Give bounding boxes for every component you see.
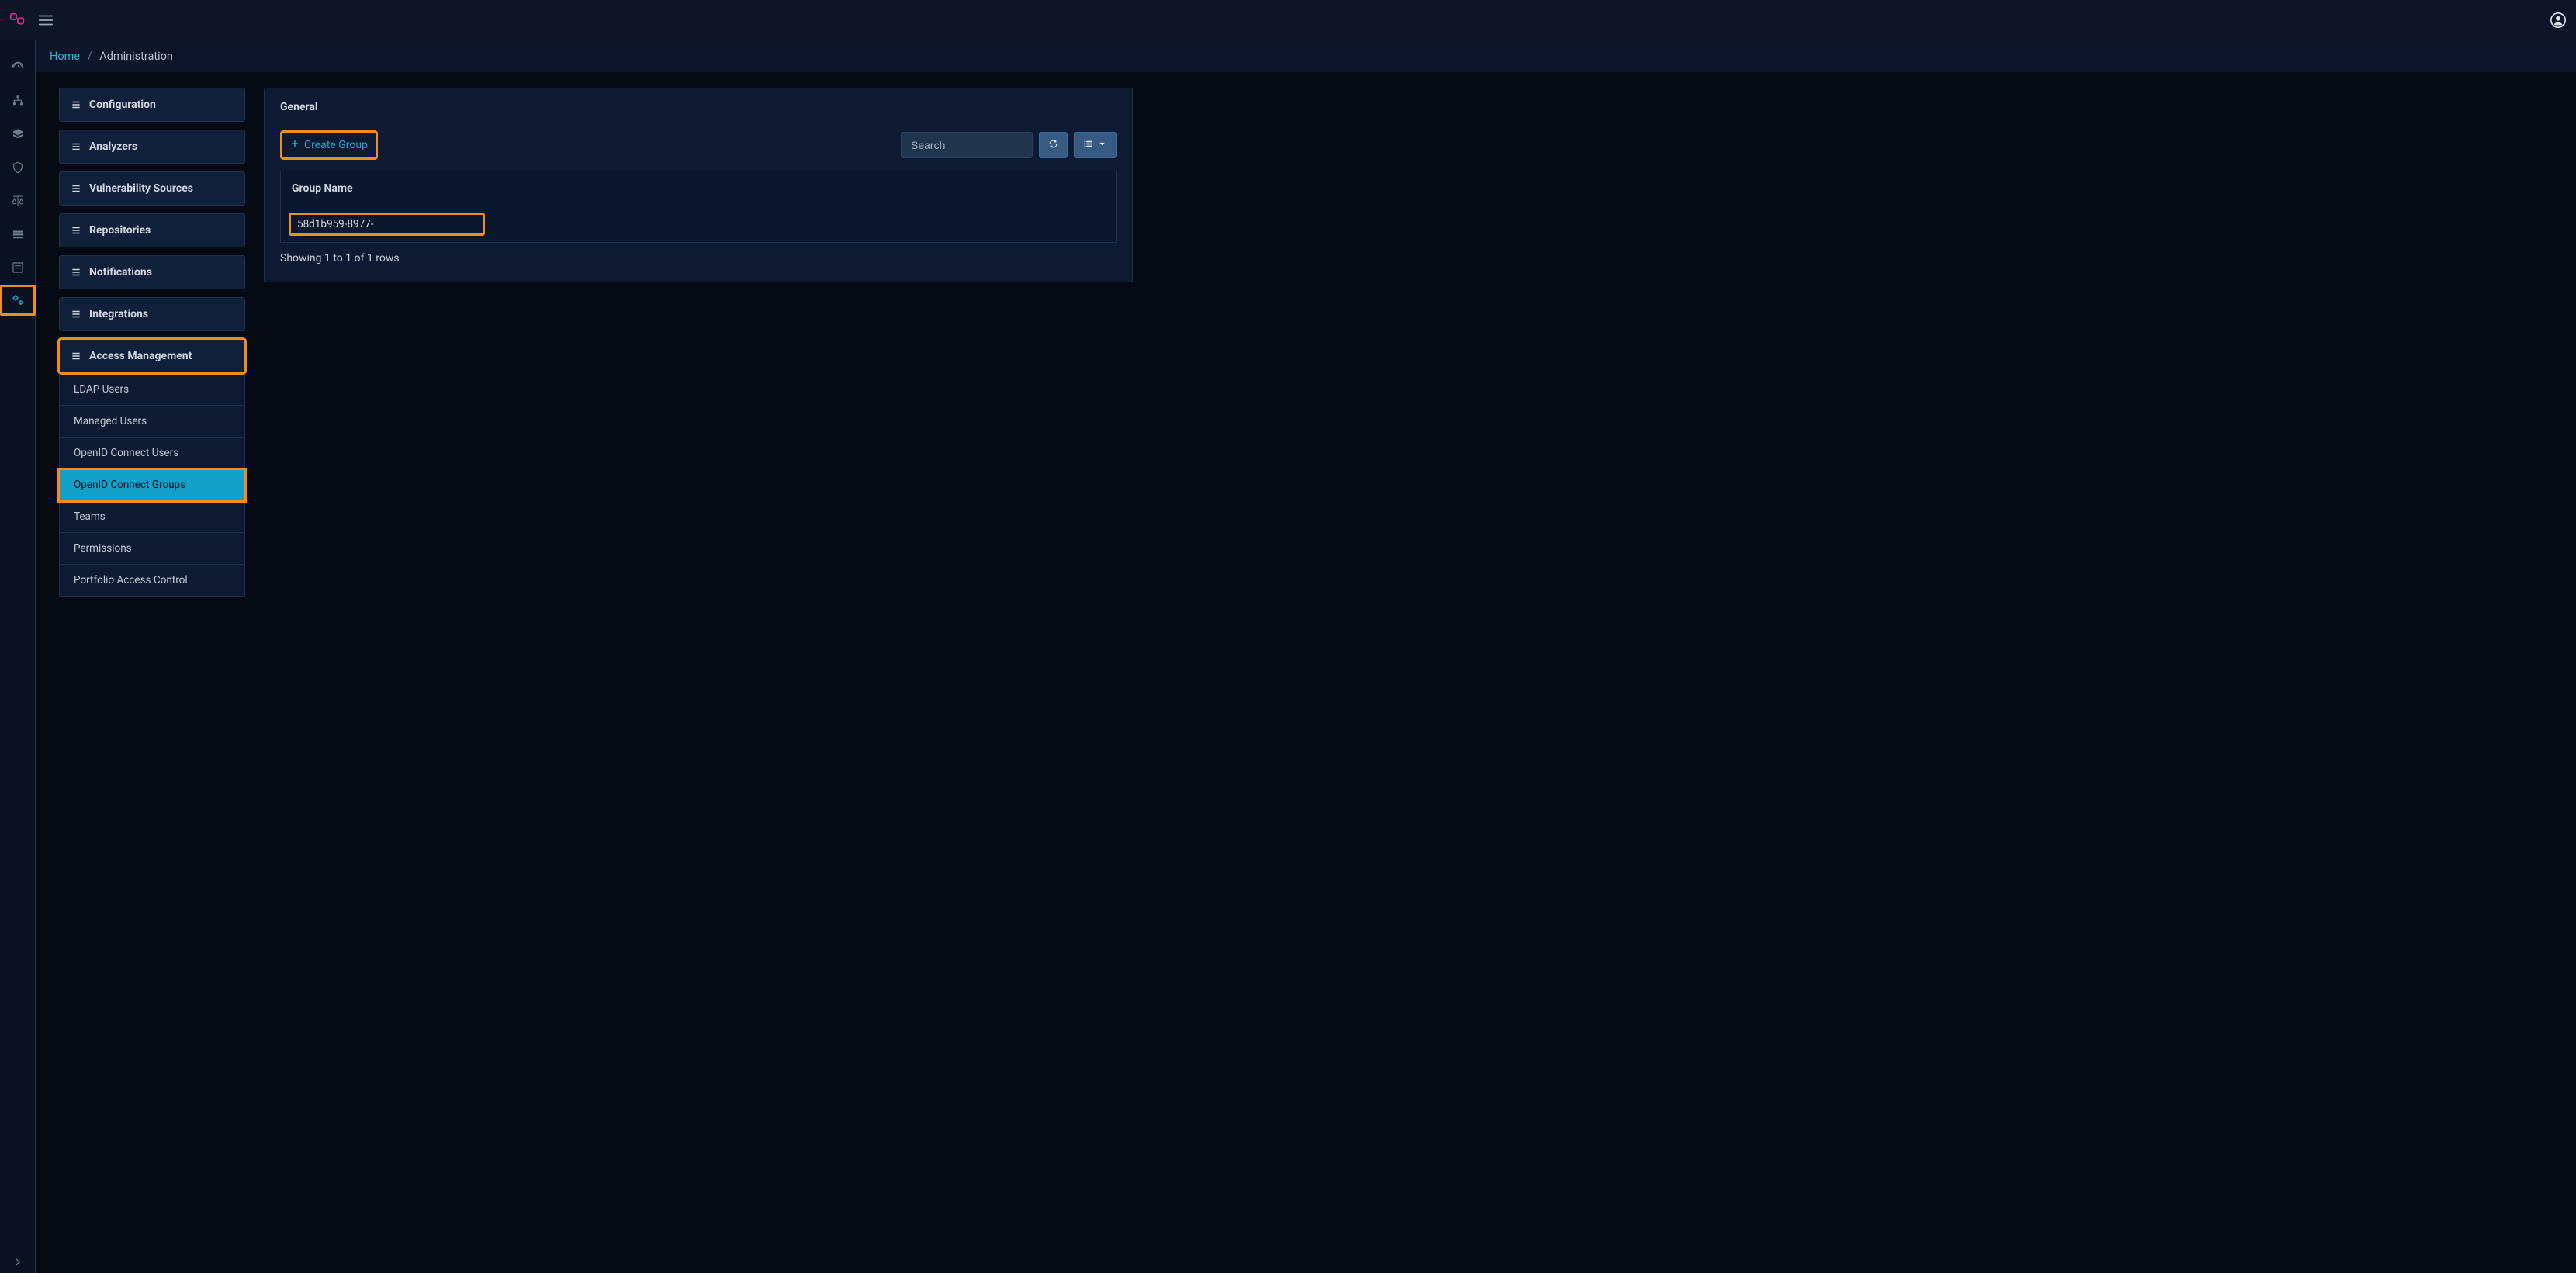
sidebar-icon-administration[interactable] (0, 285, 36, 316)
top-bar (0, 0, 2576, 40)
search-input[interactable] (901, 132, 1033, 158)
breadcrumb: Home / Administration (36, 40, 2576, 72)
caret-down-icon (1097, 139, 1107, 151)
app-logo[interactable] (8, 11, 26, 29)
breadcrumb-separator: / (88, 50, 92, 63)
nav-label: Analyzers (89, 140, 137, 153)
sidebar-icon-reports[interactable] (0, 251, 36, 284)
column-header-group-name[interactable]: Group Name (281, 171, 1117, 206)
nav-configuration[interactable]: Configuration (59, 88, 245, 122)
subnav-ldap-users[interactable]: LDAP Users (59, 373, 245, 406)
breadcrumb-home-link[interactable]: Home (50, 50, 80, 63)
group-name-cell: 58d1b959-8977- (289, 213, 485, 236)
nav-notifications[interactable]: Notifications (59, 255, 245, 289)
subnav-teams[interactable]: Teams (59, 501, 245, 533)
sidebar-icon-vulnerabilities[interactable] (0, 151, 36, 184)
icon-sidebar (0, 40, 36, 1273)
sidebar-icon-dashboard[interactable] (0, 51, 36, 84)
subnav-openid-users[interactable]: OpenID Connect Users (59, 438, 245, 469)
hamburger-icon[interactable] (37, 12, 54, 29)
table-footer-text: Showing 1 to 1 of 1 rows (280, 252, 1117, 265)
table-toolbar: Create Group (280, 130, 1117, 160)
list-icon (71, 141, 81, 152)
subnav-openid-groups[interactable]: OpenID Connect Groups (59, 469, 245, 501)
columns-button[interactable] (1074, 132, 1117, 158)
list-icon (71, 309, 81, 320)
nav-label: Configuration (89, 99, 156, 111)
nav-label: Vulnerability Sources (89, 182, 193, 195)
refresh-button[interactable] (1039, 132, 1068, 158)
panel-title: General (265, 88, 1132, 126)
nav-label: Notifications (89, 266, 152, 278)
create-group-button[interactable]: Create Group (280, 130, 378, 160)
sidebar-icon-components[interactable] (0, 118, 36, 150)
nav-repositories[interactable]: Repositories (59, 213, 245, 247)
plus-icon (290, 139, 299, 151)
subnav-permissions[interactable]: Permissions (59, 533, 245, 565)
table-row[interactable]: 58d1b959-8977- (281, 206, 1117, 243)
list-icon (71, 351, 81, 361)
list-icon (71, 183, 81, 194)
top-bar-left (8, 11, 54, 29)
nav-integrations[interactable]: Integrations (59, 297, 245, 331)
group-name-value: 58d1b959-8977- (297, 218, 374, 230)
admin-nav-panel: Configuration Analyzers Vulnerability So… (59, 88, 245, 1257)
breadcrumb-current: Administration (99, 50, 173, 63)
nav-label: Repositories (89, 224, 151, 237)
sidebar-icon-licenses[interactable] (0, 185, 36, 217)
refresh-icon (1048, 139, 1058, 151)
subnav-portfolio-access[interactable]: Portfolio Access Control (59, 565, 245, 597)
nav-access-management[interactable]: Access Management (59, 339, 245, 373)
sidebar-icon-policy[interactable] (0, 218, 36, 251)
nav-vulnerability-sources[interactable]: Vulnerability Sources (59, 171, 245, 206)
nav-label: Integrations (89, 308, 148, 320)
nav-analyzers[interactable]: Analyzers (59, 130, 245, 164)
nav-label: Access Management (89, 350, 192, 362)
create-group-label: Create Group (304, 139, 368, 151)
access-management-submenu: LDAP Users Managed Users OpenID Connect … (59, 373, 245, 597)
content-panel: General Create Group (264, 88, 1133, 1257)
list-icon (1083, 139, 1093, 151)
user-menu-icon[interactable] (2550, 12, 2567, 29)
groups-table: Group Name 58d1b959-8977- (280, 171, 1117, 243)
list-icon (71, 99, 81, 110)
sidebar-icon-projects[interactable] (0, 85, 36, 117)
sidebar-expand-icon[interactable] (0, 1256, 35, 1268)
list-icon (71, 225, 81, 236)
subnav-managed-users[interactable]: Managed Users (59, 406, 245, 438)
list-icon (71, 267, 81, 278)
